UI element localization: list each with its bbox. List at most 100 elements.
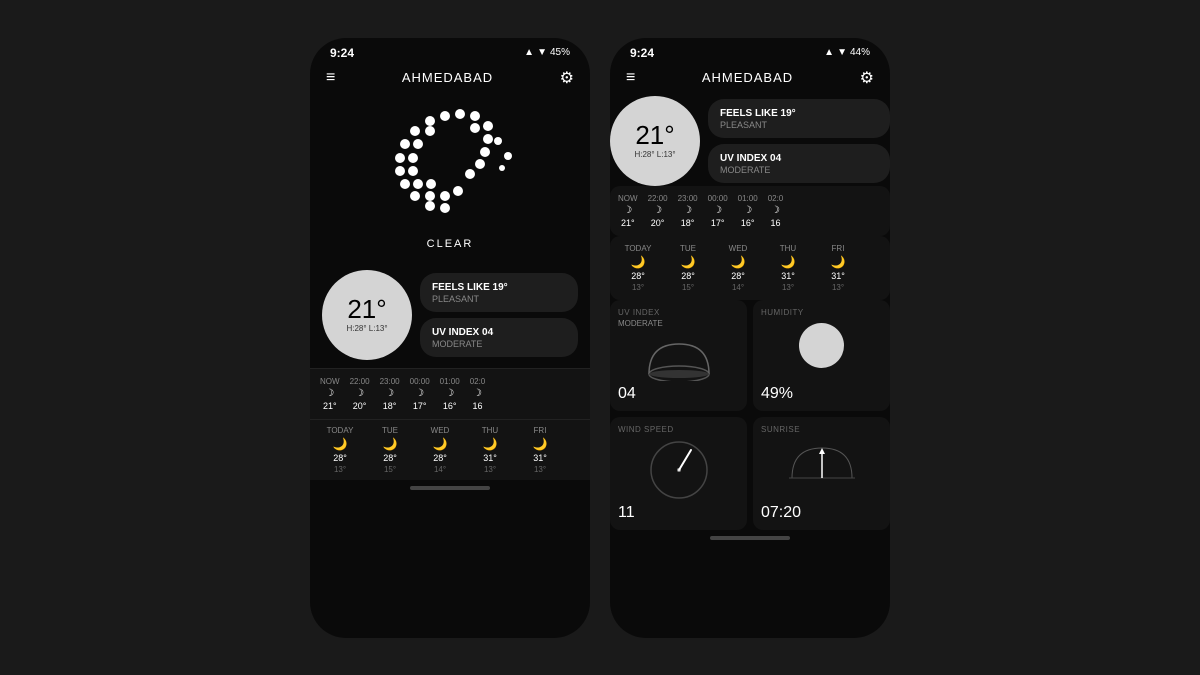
sunrise-widget: SUNRISE 07:20: [753, 417, 890, 530]
feels-like-sub-2: PLEASANT: [720, 120, 878, 130]
feels-like-title-2: FEELS LIKE 19°: [720, 107, 878, 120]
hourly-row-2: NOW ☽ 21° 22:00 ☽ 20° 23:00 ☽ 18°: [618, 194, 882, 228]
home-indicator-2: [710, 536, 790, 540]
daily-item-1: TUE 🌙 28° 15°: [370, 426, 410, 474]
status-icons-1: ▲ ▼ 45%: [524, 47, 570, 58]
weather-icon-area: CLEAR: [310, 96, 590, 270]
nav-bar-1: ≡ AHMEDABAD ⚙: [310, 64, 590, 96]
hourly-item-0: NOW ☽ 21°: [320, 377, 340, 411]
daily-section-1: TODAY 🌙 28° 13° TUE 🌙 28° 15° WED 🌙: [310, 419, 590, 480]
phone1-content: CLEAR 21° H:28° L:13° FEELS LIKE 19° PLE…: [310, 96, 590, 480]
city-title-1: AHMEDABAD: [402, 70, 493, 85]
wind-visual: [649, 440, 709, 500]
signal-icon-2: ▲: [824, 47, 834, 58]
settings-icon-2[interactable]: ⚙: [860, 68, 874, 88]
sunrise-widget-label: SUNRISE: [761, 425, 882, 434]
daily-item-0: TODAY 🌙 28° 13°: [320, 426, 360, 474]
hourly-item-3: 00:00 ☽ 17°: [410, 377, 430, 411]
feels-like-card-2: FEELS LIKE 19° PLEASANT: [708, 99, 890, 138]
d2-item-4: FRI 🌙 31° 13°: [818, 244, 858, 292]
wind-widget-label: WIND SPEED: [618, 425, 739, 434]
sunrise-widget-value: 07:20: [761, 504, 882, 522]
city-title-2: AHMEDABAD: [702, 70, 793, 85]
h2-item-3: 00:00 ☽ 17°: [708, 194, 728, 228]
temp-circle-1: 21° H:28° L:13°: [322, 270, 412, 360]
feels-like-sub-1: PLEASANT: [432, 294, 566, 304]
uv-card-1: UV INDEX 04 MODERATE: [420, 318, 578, 357]
d2-item-1: TUE 🌙 28° 15°: [668, 244, 708, 292]
hourly-item-4: 01:00 ☽ 16°: [440, 377, 460, 411]
battery-1: 45%: [550, 47, 570, 58]
h2-item-1: 22:00 ☽ 20°: [648, 194, 668, 228]
daily-row-1: TODAY 🌙 28° 13° TUE 🌙 28° 15° WED 🌙: [320, 426, 580, 474]
moon-dot-matrix: [380, 106, 520, 226]
h2-item-2: 23:00 ☽ 18°: [678, 194, 698, 228]
weather-condition: CLEAR: [427, 238, 474, 250]
uv-index-visual: [644, 336, 714, 381]
signal-icon: ▲: [524, 47, 534, 58]
uv-title-2: UV INDEX 04: [720, 152, 878, 165]
nav-bar-2: ≡ AHMEDABAD ⚙: [610, 64, 890, 96]
humidity-widget-value: 49%: [761, 385, 882, 403]
battery-2: 44%: [850, 47, 870, 58]
daily-item-4: FRI 🌙 31° 13°: [520, 426, 560, 474]
feels-like-title-1: FEELS LIKE 19°: [432, 281, 566, 294]
daily-item-2: WED 🌙 28° 14°: [420, 426, 460, 474]
top-section-2: 21° H:28° L:13° FEELS LIKE 19° PLEASANT …: [610, 96, 890, 186]
info-cards-1: FEELS LIKE 19° PLEASANT UV INDEX 04 MODE…: [420, 273, 578, 357]
menu-icon-1[interactable]: ≡: [326, 69, 335, 87]
wind-widget-value: 11: [618, 504, 739, 522]
phones-container: 9:24 ▲ ▼ 45% ≡ AHMEDABAD ⚙: [310, 38, 890, 638]
h2-item-4: 01:00 ☽ 16°: [738, 194, 758, 228]
uv-sub-2: MODERATE: [720, 165, 878, 175]
menu-icon-2[interactable]: ≡: [626, 69, 635, 87]
uv-card-2: UV INDEX 04 MODERATE: [708, 144, 890, 183]
temp-hl-2: H:28° L:13°: [634, 150, 675, 159]
wind-widget: WIND SPEED 11: [610, 417, 747, 530]
temp-hl-1: H:28° L:13°: [346, 324, 387, 333]
wifi-icon-2: ▼: [837, 47, 847, 58]
humidity-circle: [799, 323, 844, 368]
status-bar-2: 9:24 ▲ ▼ 44%: [610, 38, 890, 64]
hourly-section-2: NOW ☽ 21° 22:00 ☽ 20° 23:00 ☽ 18°: [610, 186, 890, 236]
daily-item-3: THU 🌙 31° 13°: [470, 426, 510, 474]
settings-icon-1[interactable]: ⚙: [560, 68, 574, 88]
hourly-item-1: 22:00 ☽ 20°: [350, 377, 370, 411]
h2-item-0: NOW ☽ 21°: [618, 194, 638, 228]
h2-item-5: 02:0 ☽ 16: [768, 194, 784, 228]
uv-sub-1: MODERATE: [432, 339, 566, 349]
uv-title-1: UV INDEX 04: [432, 326, 566, 339]
d2-item-2: WED 🌙 28° 14°: [718, 244, 758, 292]
d2-item-3: THU 🌙 31° 13°: [768, 244, 808, 292]
home-indicator-1: [410, 486, 490, 490]
hourly-item-5: 02:0 ☽ 16: [470, 377, 486, 411]
hourly-row-1: NOW ☽ 21° 22:00 ☽ 20° 23:00 ☽ 18°: [320, 377, 580, 411]
uv-widget-value: 04: [618, 385, 739, 403]
humidity-widget: HUMIDITY 49%: [753, 300, 890, 411]
uv-widget: UV INDEX MODERATE 04: [610, 300, 747, 411]
temp-circle-2: 21° H:28° L:13°: [610, 96, 700, 186]
feels-like-card-1: FEELS LIKE 19° PLEASANT: [420, 273, 578, 312]
phone-2: 9:24 ▲ ▼ 44% ≡ AHMEDABAD ⚙ 21° H:28° L:1…: [610, 38, 890, 638]
daily-row-2: TODAY 🌙 28° 13° TUE 🌙 28° 15° WED 🌙: [618, 244, 882, 292]
time-2: 9:24: [630, 46, 654, 60]
daily-section-2: TODAY 🌙 28° 13° TUE 🌙 28° 15° WED 🌙: [610, 236, 890, 300]
temp-value-2: 21°: [635, 122, 674, 148]
uv-widget-sublabel: MODERATE: [618, 319, 739, 328]
uv-widget-label: UV INDEX: [618, 308, 739, 317]
info-cards-2: FEELS LIKE 19° PLEASANT UV INDEX 04 MODE…: [708, 99, 890, 183]
widget-grid: UV INDEX MODERATE 04 HUMIDITY: [610, 300, 890, 530]
wifi-icon: ▼: [537, 47, 547, 58]
time-1: 9:24: [330, 46, 354, 60]
temp-section-1: 21° H:28° L:13° FEELS LIKE 19° PLEASANT …: [310, 270, 590, 360]
d2-item-0: TODAY 🌙 28° 13°: [618, 244, 658, 292]
phone2-content: 21° H:28° L:13° FEELS LIKE 19° PLEASANT …: [610, 96, 890, 530]
hourly-item-2: 23:00 ☽ 18°: [380, 377, 400, 411]
status-icons-2: ▲ ▼ 44%: [824, 47, 870, 58]
humidity-widget-label: HUMIDITY: [761, 308, 882, 317]
status-bar-1: 9:24 ▲ ▼ 45%: [310, 38, 590, 64]
temp-value-1: 21°: [347, 296, 386, 322]
phone-1: 9:24 ▲ ▼ 45% ≡ AHMEDABAD ⚙: [310, 38, 590, 638]
sunrise-visual: [787, 440, 857, 485]
hourly-section-1: NOW ☽ 21° 22:00 ☽ 20° 23:00 ☽ 18°: [310, 368, 590, 419]
